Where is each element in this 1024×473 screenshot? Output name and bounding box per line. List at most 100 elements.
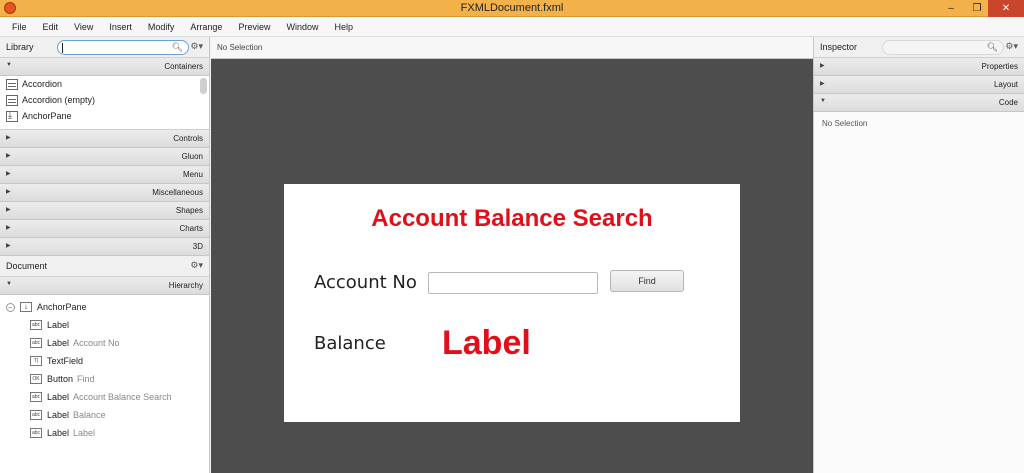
section-label: Gluon [181, 152, 203, 161]
node-type: Label [47, 428, 70, 438]
section-label: 3D [192, 242, 203, 251]
section-3d[interactable]: ▶ 3D [0, 238, 209, 256]
close-button[interactable]: ✕ [988, 0, 1024, 17]
node-value: Label [73, 428, 96, 438]
collapsed-arrow-icon: ▶ [6, 189, 11, 195]
collapsed-arrow-icon: ▶ [6, 207, 11, 213]
collapsed-arrow-icon: ▶ [6, 171, 11, 177]
section-controls[interactable]: ▶ Controls [0, 130, 209, 148]
collapse-icon[interactable]: – [6, 302, 15, 312]
tree-row[interactable]: abc Label [0, 316, 209, 334]
account-no-field[interactable] [428, 272, 598, 294]
label-icon: abc [30, 410, 42, 420]
menu-help[interactable]: Help [326, 17, 361, 37]
library-header: Library 🔍︎ ⚙▾ [0, 37, 209, 58]
section-label: Code [998, 98, 1018, 107]
tree-row[interactable]: abc Label Balance [0, 406, 209, 424]
menu-insert[interactable]: Insert [101, 17, 140, 37]
inspector-search-input[interactable]: 🔍︎ [882, 40, 1004, 55]
balance-value-label[interactable]: Label [442, 324, 531, 363]
menu-edit[interactable]: Edit [35, 17, 67, 37]
node-type: Button [47, 374, 74, 384]
menu-window[interactable]: Window [278, 17, 326, 37]
label-icon: abc [30, 392, 42, 402]
label-icon: abc [30, 338, 42, 348]
inspector-selection: No Selection [822, 119, 868, 128]
document-title: Document [6, 261, 48, 271]
gear-icon[interactable]: ⚙▾ [190, 41, 203, 52]
left-panel: Library 🔍︎ ⚙▾ ▼ Containers Accordion Acc… [0, 37, 210, 473]
accordion-icon [6, 94, 18, 106]
section-label: Charts [179, 224, 203, 233]
library-item-label: Accordion [22, 79, 63, 89]
window-title: FXMLDocument.fxml [460, 2, 564, 14]
balance-label[interactable]: Balance [314, 333, 386, 354]
title-bar: FXMLDocument.fxml ‒ ❐ ✕ [0, 0, 1024, 17]
tree-row[interactable]: abc Label Account No [0, 334, 209, 352]
menu-bar: File Edit View Insert Modify Arrange Pre… [0, 17, 1024, 37]
tree-row-anchorpane[interactable]: – ⤓ AnchorPane [0, 298, 209, 316]
label-icon: abc [30, 428, 42, 438]
scrollbar-thumb[interactable] [200, 78, 207, 94]
design-area: No Selection Account Balance Search Acco… [211, 37, 813, 473]
gear-icon[interactable]: ⚙▾ [1005, 41, 1018, 52]
collapsed-arrow-icon: ▶ [6, 225, 11, 231]
section-label: Properties [981, 62, 1018, 71]
library-list: Accordion Accordion (empty) AnchorPane [0, 76, 209, 130]
selection-bar: No Selection [211, 37, 813, 59]
section-shapes[interactable]: ▶ Shapes [0, 202, 209, 220]
section-code[interactable]: ▼ Code [814, 94, 1024, 112]
menu-view[interactable]: View [66, 17, 101, 37]
node-type: Label [47, 410, 70, 420]
section-properties[interactable]: ▶ Properties [814, 58, 1024, 76]
node-type: Label [47, 320, 70, 330]
tree-row[interactable]: OK Button Find [0, 370, 209, 388]
menu-preview[interactable]: Preview [230, 17, 278, 37]
collapsed-arrow-icon: ▶ [6, 243, 11, 249]
section-label: Layout [993, 80, 1018, 89]
library-item-label: AnchorPane [22, 111, 72, 121]
node-type: Label [47, 392, 70, 402]
section-layout[interactable]: ▶ Layout [814, 76, 1024, 94]
account-no-label[interactable]: Account No [314, 272, 417, 293]
collapsed-arrow-icon: ▶ [6, 153, 11, 159]
text-caret [62, 43, 63, 53]
document-header: Document ⚙▾ [0, 256, 209, 277]
section-menu[interactable]: ▶ Menu [0, 166, 209, 184]
search-icon: 🔍︎ [171, 42, 183, 52]
maximize-button[interactable]: ❐ [966, 0, 988, 17]
node-type: Label [47, 338, 70, 348]
minimize-button[interactable]: ‒ [940, 0, 962, 17]
library-search-input[interactable]: 🔍︎ [57, 40, 189, 55]
anchorpane-icon: ⤓ [20, 302, 32, 312]
section-label: Hierarchy [168, 281, 203, 290]
tree-row[interactable]: abc Label Account Balance Search [0, 388, 209, 406]
accordion-icon [6, 78, 18, 90]
form-canvas[interactable]: Account Balance Search Account No Find B… [284, 184, 740, 422]
section-gluon[interactable]: ▶ Gluon [0, 148, 209, 166]
node-value: Account Balance Search [73, 392, 172, 402]
node-value: Account No [73, 338, 120, 348]
gear-icon[interactable]: ⚙▾ [190, 260, 203, 271]
menu-file[interactable]: File [4, 17, 35, 37]
tree-row[interactable]: abc Label Label [0, 424, 209, 442]
find-button[interactable]: Find [610, 270, 684, 292]
library-item[interactable]: Accordion [0, 76, 209, 92]
menu-modify[interactable]: Modify [140, 17, 183, 37]
section-label: Miscellaneous [152, 188, 203, 197]
menu-arrange[interactable]: Arrange [182, 17, 230, 37]
library-item[interactable]: Accordion (empty) [0, 92, 209, 108]
button-icon: OK [30, 374, 42, 384]
node-type: AnchorPane [37, 302, 87, 312]
form-heading[interactable]: Account Balance Search [284, 205, 740, 233]
collapsed-arrow-icon: ▶ [6, 135, 11, 141]
section-containers[interactable]: ▼ Containers [0, 58, 209, 76]
tree-row[interactable]: T| TextField [0, 352, 209, 370]
section-charts[interactable]: ▶ Charts [0, 220, 209, 238]
inspector-panel: Inspector 🔍︎ ⚙▾ ▶ Properties ▶ Layout ▼ … [813, 37, 1024, 473]
library-item[interactable]: AnchorPane [0, 108, 209, 124]
section-hierarchy[interactable]: ▼ Hierarchy [0, 277, 209, 295]
collapsed-arrow-icon: ▶ [820, 81, 825, 87]
section-miscellaneous[interactable]: ▶ Miscellaneous [0, 184, 209, 202]
section-label: Controls [173, 134, 203, 143]
